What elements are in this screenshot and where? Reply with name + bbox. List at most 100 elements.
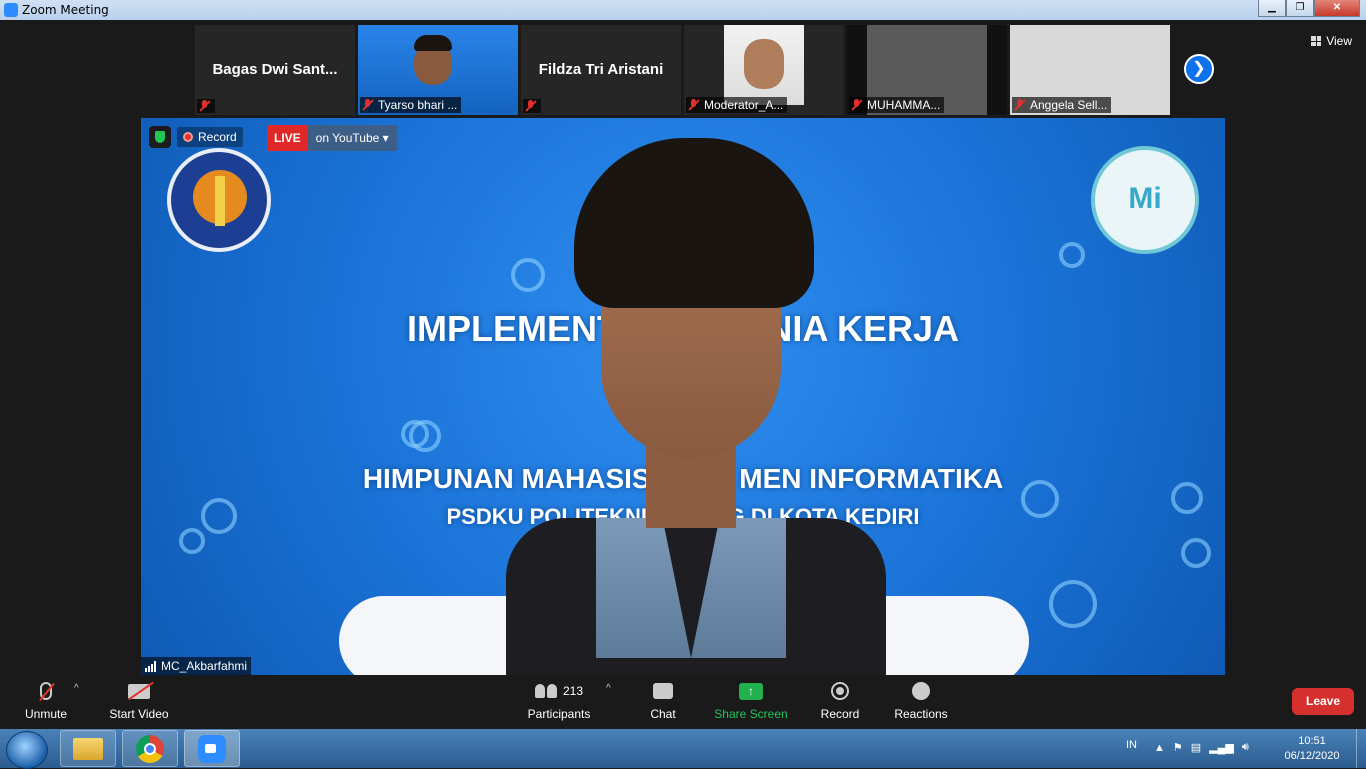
- device-icon[interactable]: ▤: [1191, 741, 1201, 754]
- reactions-label: Reactions: [894, 707, 948, 721]
- chat-label: Chat: [650, 707, 676, 721]
- close-button[interactable]: ✕: [1314, 0, 1360, 17]
- himatika-logo-mark: Mi: [1128, 182, 1162, 215]
- action-center-flag-icon[interactable]: ⚑: [1173, 741, 1183, 754]
- decor-circle: [1049, 580, 1097, 628]
- share-screen-label: Share Screen: [714, 707, 788, 721]
- participants-options-chevron-icon[interactable]: ^: [606, 683, 611, 694]
- participant-tag: Anggela Sell...: [1012, 97, 1112, 113]
- zoom-app-icon: [4, 3, 18, 17]
- show-desktop-button[interactable]: [1356, 729, 1366, 768]
- participant-label: Tyarso bhari ...: [378, 98, 458, 112]
- stream-destination-label: on YouTube: [315, 131, 380, 145]
- volume-icon[interactable]: 🔊︎: [1242, 741, 1249, 754]
- participant-tag: Moderator_A...: [686, 97, 788, 113]
- system-tray: ▲ ⚑ ▤ ▂▄▆ 🔊︎: [1154, 741, 1249, 754]
- share-screen-arrow-icon: ↑: [739, 682, 763, 700]
- network-signal-icon[interactable]: ▂▄▆: [1209, 741, 1234, 754]
- taskbar-chrome[interactable]: [122, 730, 178, 767]
- participant-tag: Tyarso bhari ...: [360, 97, 462, 113]
- unmute-button[interactable]: Unmute: [20, 679, 72, 721]
- mic-muted-icon: [688, 99, 700, 111]
- chat-button[interactable]: Chat: [645, 679, 681, 721]
- meeting-toolbar: Unmute ^ Start Video 213 Participants ^ …: [0, 675, 1366, 729]
- start-video-button[interactable]: Start Video: [106, 679, 172, 721]
- chrome-icon: [136, 734, 164, 763]
- decor-circle: [179, 528, 205, 554]
- windows-taskbar: IN ▲ ⚑ ▤ ▂▄▆ 🔊︎ 10:51 06/12/2020: [0, 729, 1366, 769]
- participant-tile[interactable]: MUHAMMA...: [847, 25, 1007, 115]
- decor-circle: [1181, 538, 1211, 568]
- window-title: Zoom Meeting: [22, 3, 109, 17]
- participant-tile[interactable]: Bagas Dwi Sant...: [195, 25, 355, 115]
- show-hidden-icons-icon[interactable]: ▲: [1154, 742, 1165, 754]
- record-button[interactable]: Record: [818, 679, 862, 721]
- unmute-label: Unmute: [24, 707, 68, 721]
- mic-muted-icon: [199, 100, 211, 112]
- chevron-right-icon: ❯: [1192, 60, 1206, 77]
- system-clock[interactable]: 10:51 06/12/2020: [1278, 734, 1346, 764]
- participant-tile[interactable]: Anggela Sell...: [1010, 25, 1170, 115]
- record-icon: [831, 682, 849, 700]
- participant-photo-face: [744, 39, 784, 89]
- chat-bubble-icon: [653, 683, 673, 699]
- participant-name: Fildza Tri Aristani: [538, 61, 664, 78]
- taskbar-zoom[interactable]: [184, 730, 240, 767]
- gallery-strip: Bagas Dwi Sant... Tyarso bhari ... Fildz…: [0, 20, 1366, 118]
- mic-muted-icon: [362, 99, 374, 111]
- audio-options-chevron-icon[interactable]: ^: [74, 683, 79, 694]
- stream-destination: on YouTube ▾: [307, 125, 397, 151]
- restore-button[interactable]: ❐: [1286, 0, 1314, 17]
- logo-pillar: [215, 176, 225, 226]
- next-page-button[interactable]: ❯: [1184, 54, 1214, 84]
- caret-down-icon: ▾: [382, 131, 389, 145]
- reactions-button[interactable]: Reactions: [892, 679, 950, 721]
- recording-indicator: Record: [149, 126, 243, 148]
- video-camera-off-icon: [128, 683, 150, 699]
- participant-label: Moderator_A...: [704, 98, 784, 112]
- participants-label: Participants: [527, 707, 591, 721]
- connection-signal-icon: [145, 660, 156, 672]
- speaker-name: MC_Akbarfahmi: [161, 659, 248, 673]
- mic-muted-icon: [525, 100, 537, 112]
- live-badge: LIVE: [267, 125, 308, 151]
- taskbar-explorer[interactable]: [60, 730, 116, 767]
- participant-tile[interactable]: Fildza Tri Aristani: [521, 25, 681, 115]
- clock-date: 06/12/2020: [1284, 750, 1340, 762]
- view-label: View: [1326, 34, 1352, 48]
- speaker-video: [506, 138, 886, 675]
- window-titlebar: Zoom Meeting ▁ ❐ ✕: [0, 0, 1366, 20]
- record-dot-icon: [183, 132, 193, 142]
- participants-button[interactable]: 213 Participants: [524, 679, 594, 721]
- participant-tile[interactable]: Tyarso bhari ...: [358, 25, 518, 115]
- share-screen-button[interactable]: ↑ Share Screen: [714, 679, 788, 721]
- speaker-tag: MC_Akbarfahmi: [141, 657, 252, 675]
- recording-label: Record: [198, 130, 237, 144]
- mic-muted-icon: [1014, 99, 1026, 111]
- start-button[interactable]: [6, 731, 48, 769]
- participant-tag: [523, 99, 541, 113]
- participants-count: 213: [562, 684, 584, 698]
- active-speaker-video: Mi We IMPLEMENTAS NIA KERJA HIMPUNAN MAH…: [141, 118, 1225, 675]
- language-indicator[interactable]: IN: [1126, 739, 1137, 751]
- participants-icon: [534, 684, 557, 698]
- start-video-label: Start Video: [109, 707, 169, 721]
- decor-circle: [409, 420, 441, 452]
- clock-time: 10:51: [1298, 735, 1326, 747]
- record-label: Record: [820, 707, 860, 721]
- live-stream-indicator[interactable]: LIVE on YouTube ▾: [267, 125, 397, 151]
- zoom-icon: [198, 734, 226, 763]
- participant-tag: MUHAMMA...: [849, 97, 945, 113]
- grid-view-icon: [1311, 36, 1322, 46]
- participant-label: Anggela Sell...: [1030, 98, 1108, 112]
- participant-tile[interactable]: Moderator_A...: [684, 25, 844, 115]
- polinema-logo: [167, 148, 271, 252]
- minimize-button[interactable]: ▁: [1258, 0, 1286, 17]
- mic-muted-icon: [851, 99, 863, 111]
- encryption-shield-icon[interactable]: [149, 126, 171, 148]
- recording-status[interactable]: Record: [177, 127, 243, 147]
- participant-video-hair: [414, 35, 452, 51]
- leave-button[interactable]: Leave: [1292, 688, 1354, 715]
- view-button[interactable]: View: [1311, 34, 1352, 48]
- participant-label: MUHAMMA...: [867, 98, 941, 112]
